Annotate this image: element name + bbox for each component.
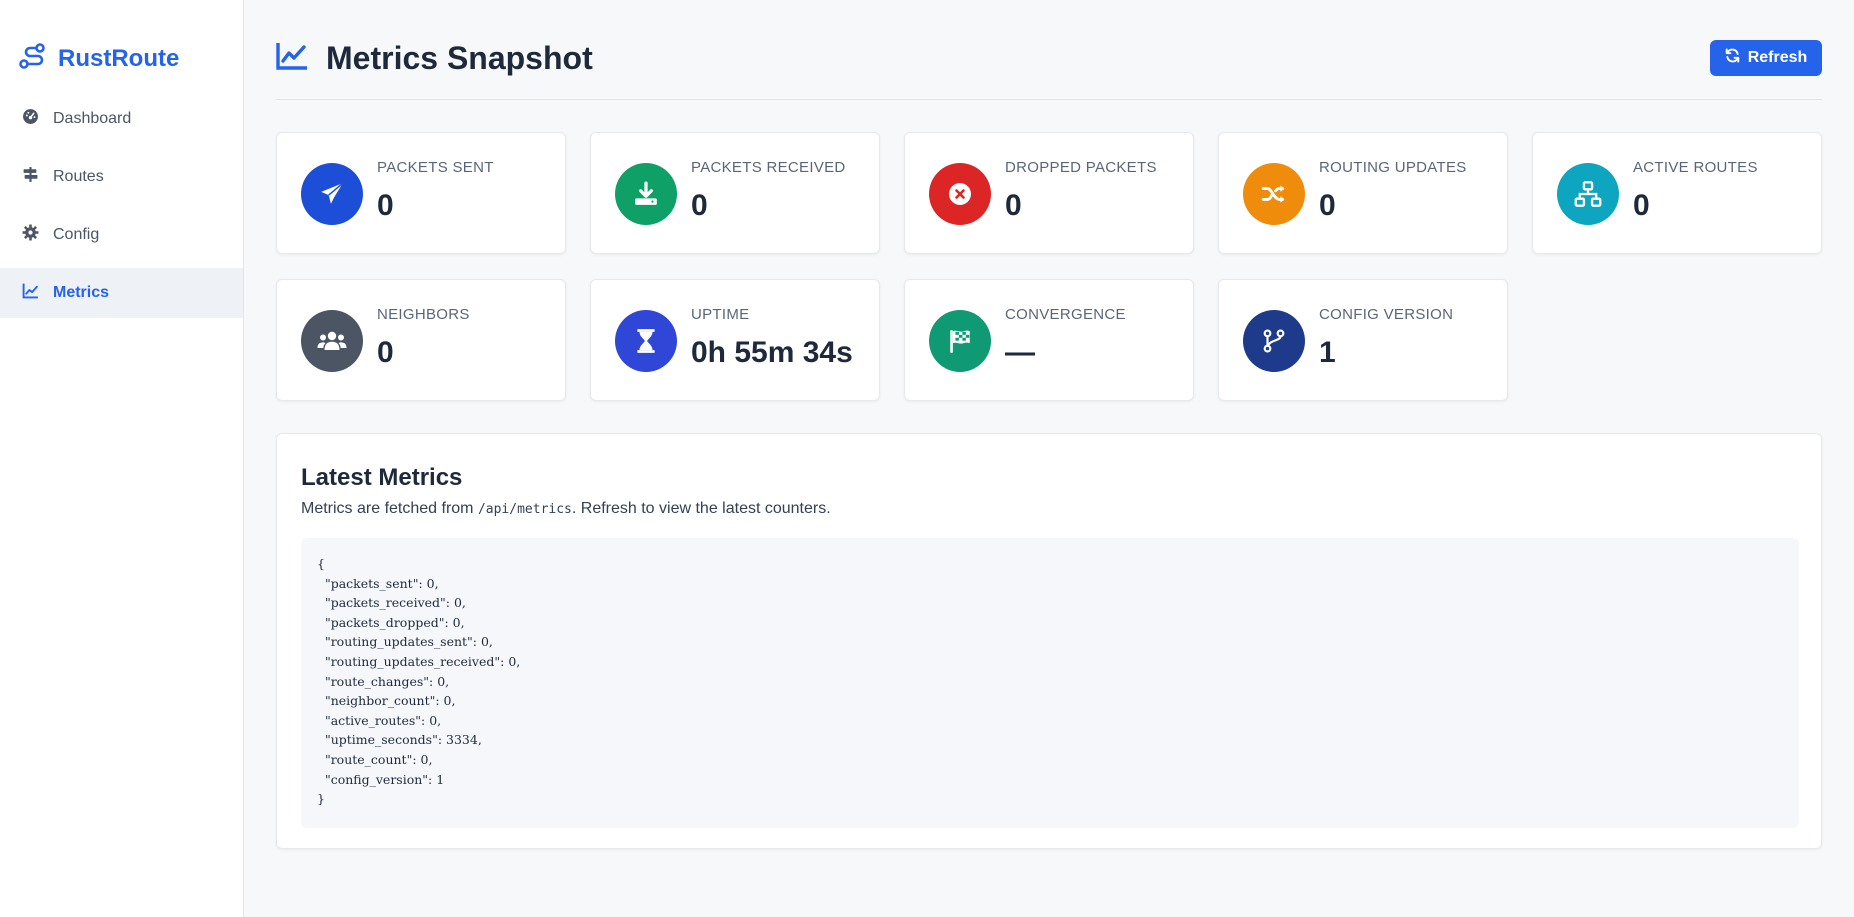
refresh-icon	[1725, 48, 1740, 68]
metric-label: Active Routes	[1633, 159, 1758, 176]
brand-name: RustRoute	[58, 45, 180, 72]
sidebar-item-routes[interactable]: Routes	[0, 152, 243, 202]
refresh-button[interactable]: Refresh	[1710, 40, 1822, 76]
metric-value: —	[1005, 336, 1035, 369]
metric-card-neighbors: Neighbors 0	[276, 279, 566, 401]
metric-label: Packets Sent	[377, 159, 494, 176]
sidebar-item-label: Dashboard	[53, 110, 132, 127]
sidebar-item-config[interactable]: Config	[0, 210, 243, 260]
metric-value: 0	[691, 189, 708, 222]
metric-value: 0	[377, 336, 394, 369]
api-endpoint: /api/metrics	[477, 502, 572, 517]
metric-value: 0	[377, 189, 394, 222]
sidebar-item-label: Routes	[53, 168, 104, 185]
metric-label: Packets Received	[691, 159, 846, 176]
metric-card-active-routes: Active Routes 0	[1532, 132, 1822, 254]
network-icon	[1557, 163, 1619, 225]
gauge-icon	[22, 108, 39, 130]
metric-card-convergence: Convergence —	[904, 279, 1194, 401]
shuffle-icon	[1243, 163, 1305, 225]
metric-label: Convergence	[1005, 306, 1126, 323]
metric-label: Neighbors	[377, 306, 470, 323]
brand[interactable]: RustRoute	[0, 0, 243, 90]
metric-label: Uptime	[691, 306, 750, 323]
metric-value: 0	[1633, 189, 1650, 222]
metric-value: 0h 55m 34s	[691, 336, 853, 369]
metric-value: 0	[1319, 189, 1336, 222]
page-title-wrap: Metrics Snapshot	[276, 40, 593, 77]
paper-plane-icon	[301, 163, 363, 225]
metric-card-dropped-packets: Dropped Packets 0	[904, 132, 1194, 254]
metric-card-packets-sent: Packets Sent 0	[276, 132, 566, 254]
main-content: Metrics Snapshot Refresh Packets Sent 0 …	[276, 0, 1822, 917]
code-branch-icon	[1243, 310, 1305, 372]
sidebar-item-dashboard[interactable]: Dashboard	[0, 94, 243, 144]
gear-icon	[22, 224, 39, 246]
refresh-label: Refresh	[1747, 49, 1808, 66]
page-header: Metrics Snapshot Refresh	[276, 0, 1822, 100]
metric-card-config-version: Config Version 1	[1218, 279, 1508, 401]
description-text: Metrics are fetched from	[301, 500, 478, 517]
metric-card-uptime: Uptime 0h 55m 34s	[590, 279, 880, 401]
x-circle-icon	[929, 163, 991, 225]
sidebar-item-label: Config	[53, 226, 100, 243]
chart-line-icon	[22, 282, 39, 304]
users-icon	[301, 310, 363, 372]
hourglass-icon	[615, 310, 677, 372]
metric-card-routing-updates: Routing Updates 0	[1218, 132, 1508, 254]
chart-line-icon	[276, 41, 308, 76]
sidebar: RustRoute Dashboard Routes Config Metric…	[0, 0, 244, 917]
sidebar-item-metrics[interactable]: Metrics	[0, 268, 243, 318]
panel-title: Latest Metrics	[301, 464, 463, 491]
metric-card-packets-received: Packets Received 0	[590, 132, 880, 254]
route-icon	[18, 42, 48, 77]
page-title: Metrics Snapshot	[326, 40, 593, 76]
metric-value: 1	[1319, 336, 1336, 369]
metric-label: Config Version	[1319, 306, 1454, 323]
latest-metrics-panel: Latest Metrics Metrics are fetched from …	[276, 433, 1822, 849]
panel-description: Metrics are fetched from /api/metrics. R…	[301, 500, 831, 518]
download-icon	[615, 163, 677, 225]
signpost-icon	[22, 166, 39, 188]
sidebar-item-label: Metrics	[53, 284, 110, 301]
metrics-json: { "packets_sent": 0, "packets_received":…	[301, 538, 1799, 828]
metric-label: Routing Updates	[1319, 159, 1467, 176]
description-text: . Refresh to view the latest counters.	[571, 500, 831, 517]
checkered-flag-icon	[929, 310, 991, 372]
metric-value: 0	[1005, 189, 1022, 222]
sidebar-nav: Dashboard Routes Config Metrics	[0, 94, 243, 318]
metric-label: Dropped Packets	[1005, 159, 1157, 176]
